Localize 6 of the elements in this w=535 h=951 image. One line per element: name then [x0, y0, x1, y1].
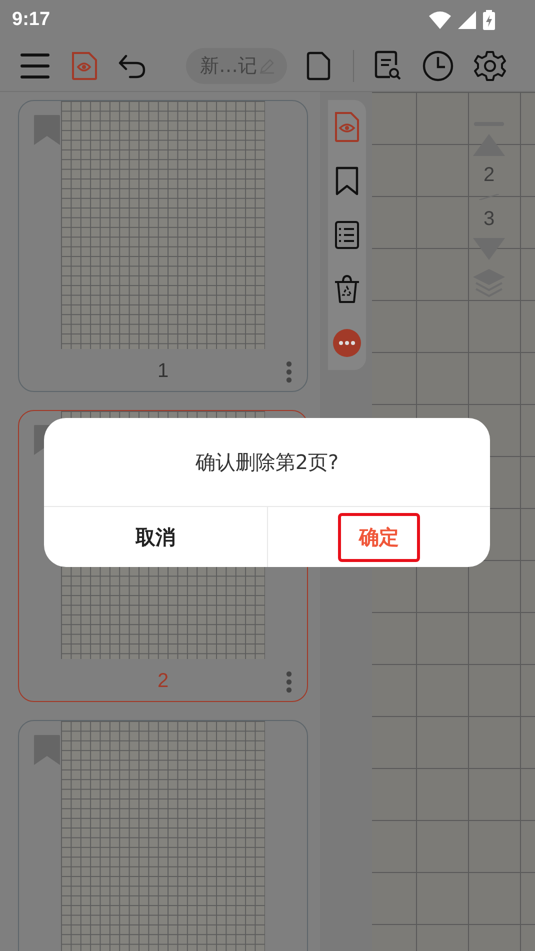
current-page: 2 [483, 164, 495, 186]
page-number: 1 [157, 360, 169, 383]
page-number: 2 [157, 670, 169, 693]
status-time: 9:17 [12, 9, 50, 31]
total-pages: 3 [483, 208, 495, 230]
dialog-message: 确认删除第2页? [44, 418, 490, 507]
